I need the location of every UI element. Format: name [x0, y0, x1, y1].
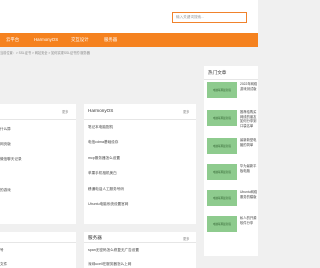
- article-thumbnail: 电脑联网最新版: [207, 190, 237, 206]
- server-panel: 服务器 更多 span无密码怎么修复无广告设置 深圳ucell在服务器怎么上网: [84, 232, 196, 268]
- more-link[interactable]: 更多: [183, 236, 189, 241]
- panel-title: HarmonyOS: [88, 108, 114, 113]
- list-item[interactable]: 苹果手机相机美白: [88, 171, 117, 176]
- nav-item-cloud[interactable]: 云平台: [6, 33, 19, 47]
- list-item[interactable]: mcp服务器怎么设置: [88, 156, 120, 161]
- article-thumbnail: 电脑联网最新版: [207, 164, 237, 180]
- panel-title: 服务器: [88, 235, 102, 240]
- more-link[interactable]: 更多: [183, 109, 189, 114]
- list-item[interactable]: span无密码怎么修复无广告设置: [88, 248, 139, 253]
- header: 输入关键词搜索...: [0, 0, 258, 33]
- list-item[interactable]: 的游戏: [0, 188, 11, 193]
- hot-article[interactable]: 电脑联网最新版 华为最新平板电脑: [207, 164, 258, 183]
- article-thumbnail: 电脑联网最新版: [207, 82, 237, 98]
- article-title[interactable]: 2022年网络游戏测试版: [240, 82, 258, 91]
- article-title[interactable]: 最新新型电脑的简单: [240, 138, 258, 147]
- nav-item-interaction-design[interactable]: 交互设计: [71, 33, 89, 47]
- list-item[interactable]: 什么算: [0, 127, 11, 132]
- article-thumbnail: 电脑联网最新版: [207, 216, 237, 232]
- divider: [204, 79, 258, 80]
- hot-article[interactable]: 电脑联网最新版 私人的开源软件分享: [207, 216, 258, 235]
- nav-item-server[interactable]: 服务器: [104, 33, 117, 47]
- divider: [0, 242, 76, 243]
- article-title[interactable]: 推荐给购买网线的朋友如何分享到口袋名单: [240, 110, 258, 128]
- hot-article[interactable]: 电脑联网最新版 推荐给购买网线的朋友如何分享到口袋名单: [207, 110, 258, 129]
- hot-article[interactable]: 电脑联网最新版 Ubuntu网络服务的模版: [207, 190, 258, 209]
- divider: [84, 242, 196, 243]
- hot-article[interactable]: 电脑联网最新版 2022年网络游戏测试版: [207, 82, 258, 101]
- article-thumbnail: 电脑联网最新版: [207, 138, 237, 154]
- list-item[interactable]: 笔记本电脑配机: [88, 125, 113, 130]
- bottom-left-panel: 号 文件: [0, 232, 76, 268]
- article-thumbnail: 电脑联网最新版: [207, 110, 237, 126]
- breadcrumb: 当前位置：> SSL证书 > 网站安全 > 如何实现SSL证书的 服务器: [0, 51, 90, 55]
- list-item[interactable]: 网页版: [0, 142, 11, 147]
- list-item[interactable]: 文件: [0, 262, 7, 267]
- main-nav: 云平台 HarmonyOS 交互设计 服务器: [0, 33, 258, 47]
- harmonyos-panel: HarmonyOS 更多 笔记本电脑配机 电信cdma基础设存 mcp服务器怎么…: [84, 104, 196, 224]
- search-input[interactable]: 输入关键词搜索...: [172, 12, 247, 23]
- article-title[interactable]: Ubuntu网络服务的模版: [240, 190, 258, 199]
- list-item[interactable]: Ubuntu电脑系统设置官网: [88, 202, 128, 207]
- article-title[interactable]: 私人的开源软件分享: [240, 216, 258, 225]
- article-title[interactable]: 华为最新平板电脑: [240, 164, 258, 173]
- list-item[interactable]: 微信聊天记录: [0, 157, 22, 162]
- list-item[interactable]: 深圳ucell在服务器怎么上网: [88, 262, 131, 267]
- list-item[interactable]: 移通电话人工服务号码: [88, 187, 124, 192]
- divider: [84, 119, 196, 120]
- panel-title: 热门文章: [208, 70, 227, 75]
- left-panel: 更多 什么算 网页版 微信聊天记录 的游戏: [0, 104, 76, 224]
- list-item[interactable]: 电信cdma基础设存: [88, 140, 118, 145]
- nav-item-harmonyos[interactable]: HarmonyOS: [34, 33, 58, 47]
- hot-article[interactable]: 电脑联网最新版 最新新型电脑的简单: [207, 138, 258, 157]
- list-item[interactable]: 号: [0, 248, 4, 253]
- divider: [0, 119, 76, 120]
- more-link[interactable]: 更多: [62, 109, 68, 114]
